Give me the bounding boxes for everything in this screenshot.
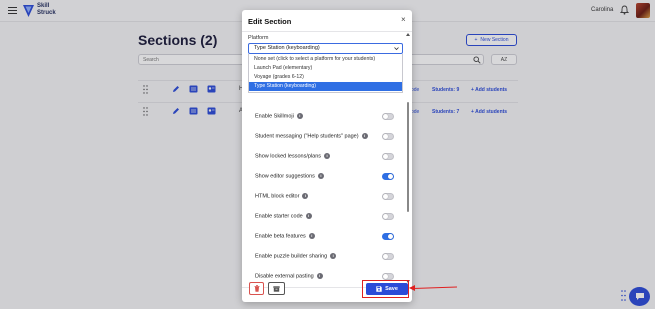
setting-label: Enable starter code i bbox=[255, 213, 312, 219]
platform-selected-value: Type Station (keyboarding) bbox=[254, 45, 320, 51]
platform-option-selected[interactable]: Type Station (keyboarding) bbox=[249, 82, 402, 91]
platform-select[interactable]: Type Station (keyboarding) bbox=[248, 43, 403, 54]
toggle-knob bbox=[383, 254, 388, 259]
close-icon[interactable]: × bbox=[401, 15, 406, 24]
setting-toggle[interactable] bbox=[382, 273, 394, 280]
platform-label: Platform bbox=[248, 35, 269, 41]
toggle-knob bbox=[388, 234, 393, 239]
archive-button[interactable] bbox=[268, 282, 285, 295]
info-icon[interactable]: i bbox=[317, 173, 324, 179]
setting-toggle[interactable] bbox=[382, 193, 394, 200]
info-icon[interactable]: i bbox=[324, 153, 331, 159]
modal-body[interactable]: Platform Type Station (keyboarding) None… bbox=[242, 32, 412, 286]
setting-row-skillmoji: Enable Skillmoji i bbox=[248, 108, 403, 126]
edit-section-modal: Edit Section × Platform Type Station (ke… bbox=[242, 10, 412, 302]
info-icon[interactable]: i bbox=[296, 113, 303, 119]
setting-label-text: Enable Skillmoji bbox=[255, 113, 294, 120]
setting-label-text: Enable puzzle builder sharing bbox=[255, 253, 328, 260]
info-icon[interactable]: i bbox=[302, 193, 309, 199]
setting-row-beta-features: Enable beta features i bbox=[248, 228, 403, 246]
setting-label-text: Student messaging ("Help students" page) bbox=[255, 133, 359, 140]
setting-label-text: Show locked lessons/plans bbox=[255, 153, 322, 160]
platform-option[interactable]: None set (click to select a platform for… bbox=[249, 55, 402, 64]
info-icon[interactable]: i bbox=[330, 253, 337, 259]
scrollbar-thumb[interactable] bbox=[407, 102, 409, 212]
setting-row-html-block-editor: HTML block editor i bbox=[248, 188, 403, 206]
trash-icon bbox=[254, 285, 259, 292]
setting-toggle[interactable] bbox=[382, 213, 394, 220]
toggle-knob bbox=[383, 274, 388, 279]
scrollbar[interactable] bbox=[406, 32, 410, 286]
setting-label: Enable puzzle builder sharing i bbox=[255, 253, 337, 260]
setting-label: Enable Skillmoji i bbox=[255, 113, 303, 119]
chevron-down-icon bbox=[394, 47, 399, 51]
setting-label: HTML block editor i bbox=[255, 193, 309, 200]
setting-toggle[interactable] bbox=[382, 173, 394, 180]
setting-toggle[interactable] bbox=[382, 153, 394, 160]
setting-row-student-messaging: Student messaging ("Help students" page)… bbox=[248, 128, 403, 146]
setting-row-editor-suggestions: Show editor suggestions i bbox=[248, 168, 403, 186]
setting-row-locked-lessons: Show locked lessons/plans i bbox=[248, 148, 403, 166]
info-icon[interactable]: i bbox=[361, 133, 368, 139]
setting-row-starter-code: Enable starter code i bbox=[248, 208, 403, 226]
platform-option[interactable]: Launch Pad (elementary) bbox=[249, 64, 402, 73]
setting-label: Enable beta features i bbox=[255, 233, 315, 239]
info-icon[interactable]: i bbox=[305, 213, 312, 219]
setting-label-text: Show editor suggestions bbox=[255, 173, 315, 180]
setting-label-text: Enable starter code bbox=[255, 213, 303, 220]
setting-label: Disable external pasting i bbox=[255, 273, 323, 279]
setting-label-text: Enable beta features bbox=[255, 233, 306, 240]
annotation-highlight-box bbox=[362, 280, 409, 298]
setting-toggle[interactable] bbox=[382, 113, 394, 120]
setting-label: Student messaging ("Help students" page)… bbox=[255, 133, 368, 139]
setting-label-text: Disable external pasting bbox=[255, 273, 314, 280]
setting-label: Show editor suggestions i bbox=[255, 173, 324, 179]
modal-title: Edit Section bbox=[248, 17, 292, 26]
toggle-knob bbox=[383, 114, 388, 119]
toggle-knob bbox=[383, 134, 388, 139]
setting-toggle[interactable] bbox=[382, 253, 394, 260]
setting-row-puzzle-sharing: Enable puzzle builder sharing i bbox=[248, 248, 403, 266]
archive-icon bbox=[273, 285, 280, 292]
platform-dropdown-list: None set (click to select a platform for… bbox=[248, 54, 403, 93]
info-icon[interactable]: i bbox=[308, 233, 315, 239]
delete-button[interactable] bbox=[249, 282, 264, 295]
setting-toggle[interactable] bbox=[382, 233, 394, 240]
setting-toggle[interactable] bbox=[382, 133, 394, 140]
scroll-up-arrow-icon[interactable] bbox=[406, 33, 410, 36]
toggle-knob bbox=[383, 154, 388, 159]
toggle-knob bbox=[383, 194, 388, 199]
setting-label-text: HTML block editor bbox=[255, 193, 300, 200]
info-icon[interactable]: i bbox=[316, 273, 323, 279]
toggle-knob bbox=[383, 214, 388, 219]
toggle-knob bbox=[388, 174, 393, 179]
setting-label: Show locked lessons/plans i bbox=[255, 153, 331, 160]
platform-option[interactable]: Voyage (grades 6-12) bbox=[249, 73, 402, 82]
